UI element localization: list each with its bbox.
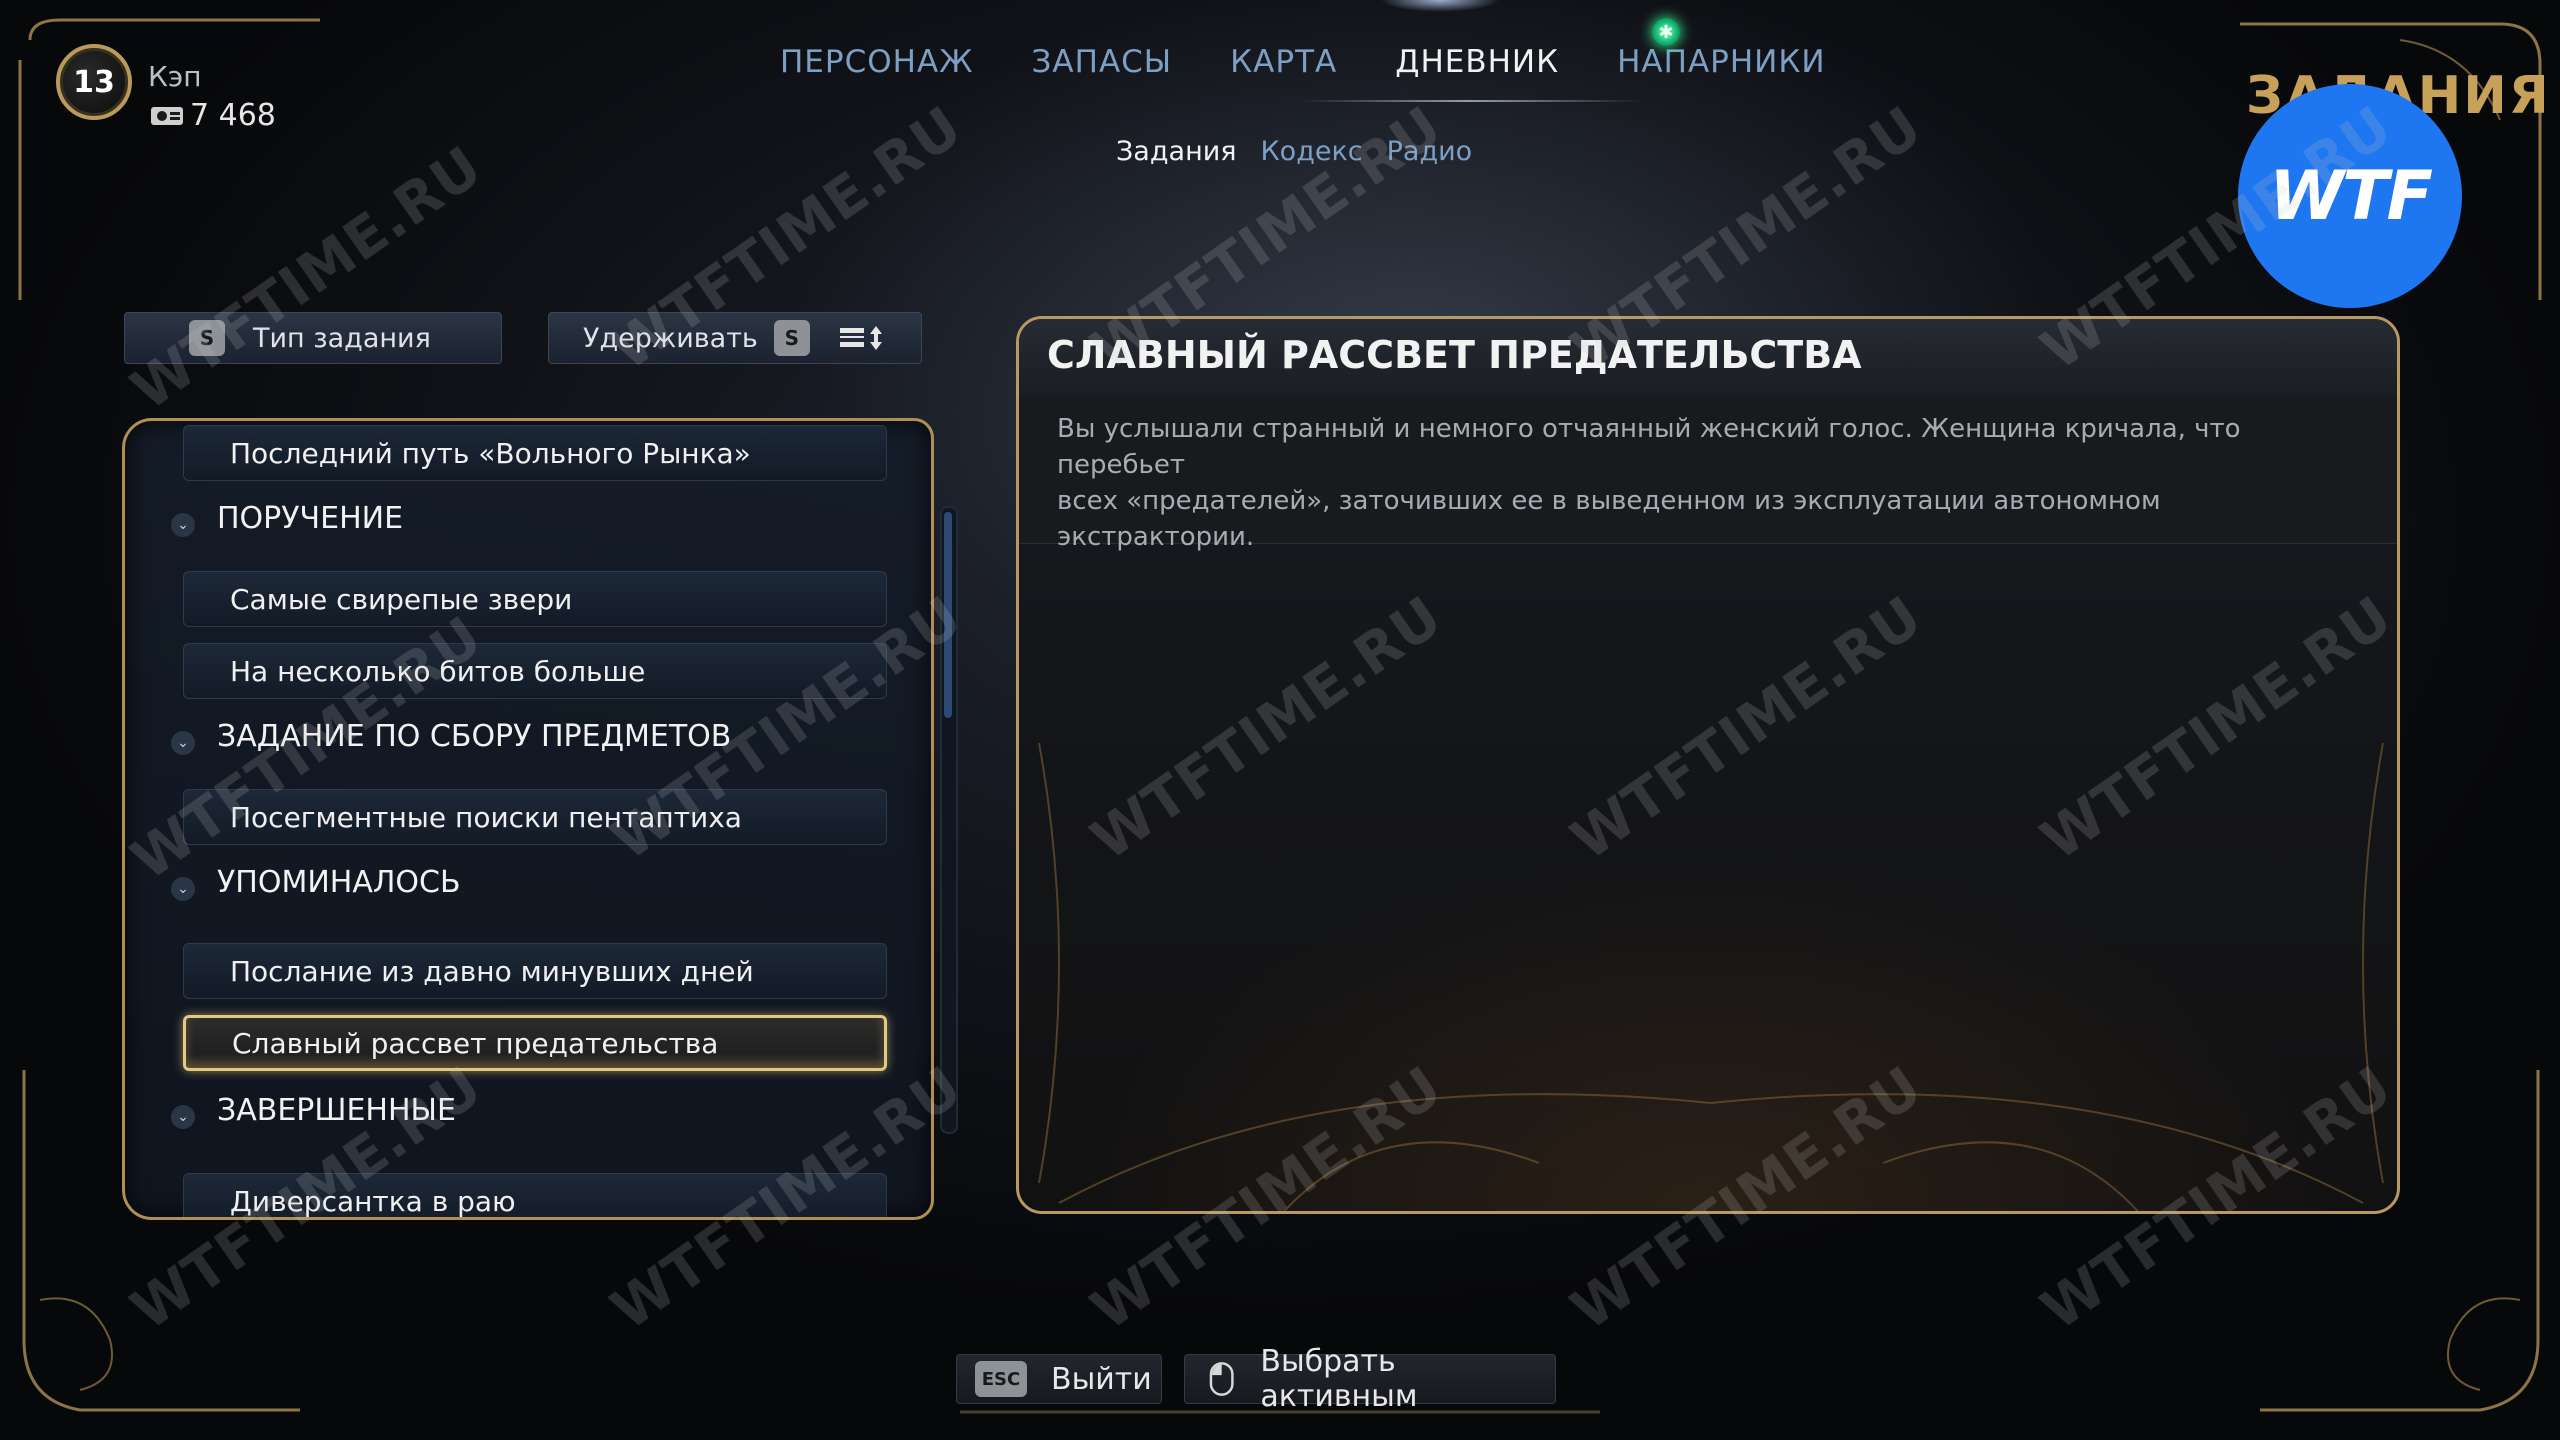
bits-icon <box>151 106 183 125</box>
description-box: Вы услышали странный и немного отчаянный… <box>1019 395 2397 552</box>
subtab-codex[interactable]: Кодекс <box>1261 136 1363 167</box>
set-active-button[interactable]: Выбрать активным <box>1184 1344 1556 1414</box>
key-s-icon: S <box>773 320 810 356</box>
category-label: ПОРУЧЕНИЕ <box>217 500 404 536</box>
key-s-icon: S <box>189 320 225 356</box>
category-header[interactable]: ⌄ УПОМИНАЛОСЬ <box>171 857 461 907</box>
tab-journal[interactable]: ДНЕВНИК <box>1395 44 1559 80</box>
quest-detail-panel: СЛАВНЫЙ РАССВЕТ ПРЕДАТЕЛЬСТВА Вы услышал… <box>1016 316 2400 1214</box>
level-badge: 13 <box>56 44 132 120</box>
description-line: Вы услышали странный и немного отчаянный… <box>1057 414 2241 480</box>
exit-button[interactable]: ESC Выйти <box>956 1354 1162 1404</box>
chevron-down-icon: ⌄ <box>171 513 195 537</box>
chevron-down-icon: ⌄ <box>171 877 195 901</box>
currency-display: 7 468 <box>150 98 276 133</box>
wtf-logo: WTF <box>2238 84 2462 308</box>
quest-type-filter-button[interactable]: S Тип задания <box>124 312 502 364</box>
watermark: WTFTIME.RU <box>120 134 495 424</box>
list-item[interactable]: Последний путь «Вольного Рынка» <box>183 425 887 481</box>
subtab-radio[interactable]: Радио <box>1387 136 1473 167</box>
active-tab-glow <box>1380 0 1500 12</box>
notification-icon: ✱ <box>1652 18 1680 46</box>
quest-list-scrollbar[interactable] <box>940 506 958 1134</box>
currency-amount: 7 468 <box>190 98 276 133</box>
list-item[interactable]: Послание из давно минувших дней <box>183 943 887 999</box>
quest-title: СЛАВНЫЙ РАССВЕТ ПРЕДАТЕЛЬСТВА <box>1047 333 1862 377</box>
chevron-down-icon: ⌄ <box>171 1105 195 1129</box>
game-journal-screen: 13 Кэп 7 468 ПЕРСОНАЖ ЗАПАСЫ КАРТА ДНЕВН… <box>0 0 2560 1440</box>
list-item[interactable]: На несколько битов больше <box>183 643 887 699</box>
player-name: Кэп <box>148 60 202 93</box>
scrollbar-thumb[interactable] <box>944 512 952 718</box>
panel-ornament <box>1038 742 2384 1211</box>
hold-label: Удерживать <box>583 322 758 354</box>
sort-icon <box>839 326 882 350</box>
tab-map[interactable]: КАРТА <box>1230 44 1337 80</box>
player-info: 13 Кэп 7 468 <box>48 36 368 156</box>
quest-type-label: Тип задания <box>253 322 431 354</box>
tab-character[interactable]: ПЕРСОНАЖ <box>780 44 974 80</box>
subtab-quests[interactable]: Задания <box>1116 136 1237 167</box>
category-label: УПОМИНАЛОСЬ <box>217 864 461 900</box>
category-label: ЗАВЕРШЕННЫЕ <box>217 1092 456 1128</box>
category-label: ЗАДАНИЕ ПО СБОРУ ПРЕДМЕТОВ <box>217 718 732 754</box>
main-nav: ПЕРСОНАЖ ЗАПАСЫ КАРТА ДНЕВНИК НАПАРНИКИ <box>780 44 1826 80</box>
detail-header: СЛАВНЫЙ РАССВЕТ ПРЕДАТЕЛЬСТВА <box>1019 319 2397 396</box>
quest-list-panel: Последний путь «Вольного Рынка» ⌄ ПОРУЧЕ… <box>122 418 934 1220</box>
list-item[interactable]: Диверсантка в раю <box>183 1173 887 1217</box>
esc-key-icon: ESC <box>975 1361 1027 1397</box>
mouse-icon <box>1209 1362 1234 1396</box>
list-item[interactable]: Самые свирепые звери <box>183 571 887 627</box>
category-header[interactable]: ⌄ ЗАВЕРШЕННЫЕ <box>171 1085 456 1135</box>
tab-inventory[interactable]: ЗАПАСЫ <box>1032 44 1173 80</box>
set-active-label: Выбрать активным <box>1260 1344 1418 1414</box>
active-tab-underline <box>1300 100 1640 102</box>
hold-sort-button[interactable]: Удерживать S <box>548 312 922 364</box>
tab-companions[interactable]: НАПАРНИКИ <box>1617 44 1825 80</box>
list-item-selected[interactable]: Славный рассвет предательства <box>183 1015 887 1071</box>
quest-description: Вы услышали странный и немного отчаянный… <box>1057 411 2357 555</box>
category-header[interactable]: ⌄ ЗАДАНИЕ ПО СБОРУ ПРЕДМЕТОВ <box>171 711 731 761</box>
list-item[interactable]: Посегментные поиски пентаптиха <box>183 789 887 845</box>
exit-label: Выйти <box>1051 1361 1152 1397</box>
sub-nav: Задания Кодекс Радио <box>1116 136 1472 167</box>
chevron-down-icon: ⌄ <box>171 731 195 755</box>
category-header[interactable]: ⌄ ПОРУЧЕНИЕ <box>171 493 403 543</box>
